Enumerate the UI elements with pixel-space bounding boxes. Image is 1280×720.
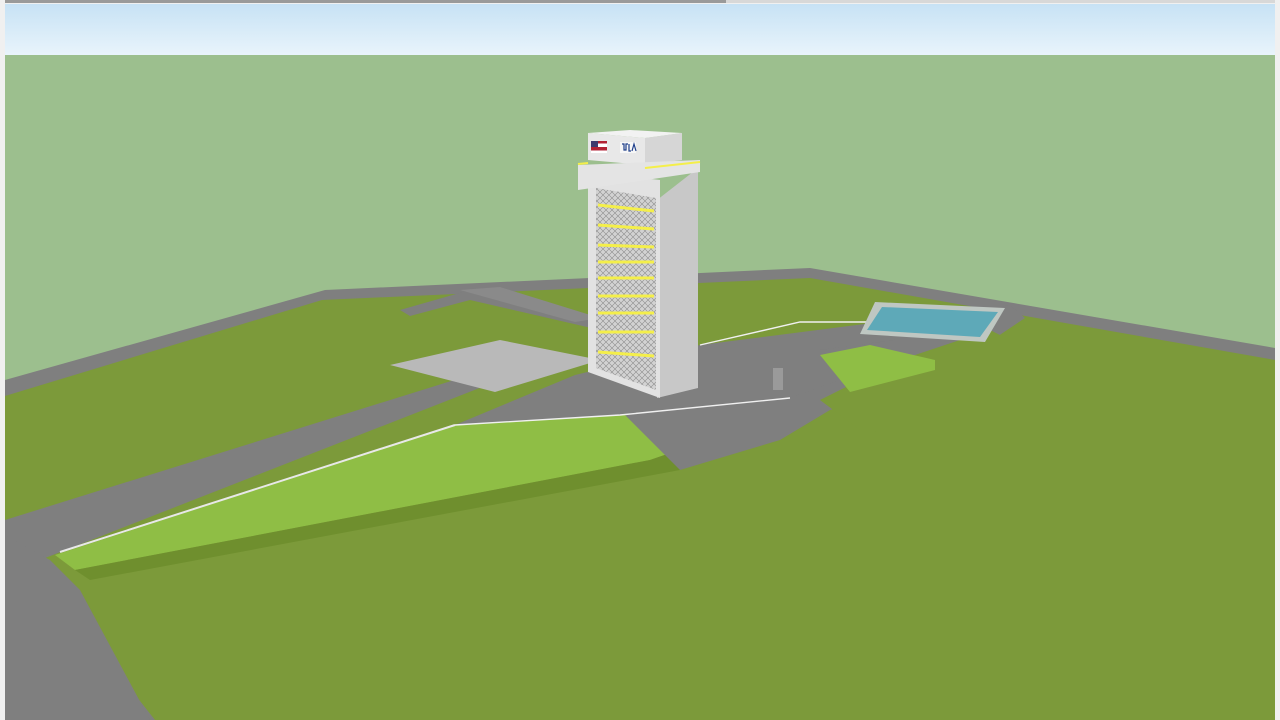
window-top-border: [0, 0, 1280, 3]
window-right-border: [1275, 0, 1280, 720]
tower-side-face: [657, 168, 698, 398]
tower-lattice: [596, 188, 656, 390]
ula-logo-icon: [620, 141, 637, 153]
sky: [5, 4, 1275, 56]
scene-canvas[interactable]: [5, 4, 1275, 720]
small-shed: [773, 368, 783, 390]
us-flag-icon: [591, 141, 607, 153]
launch-tower: [577, 130, 701, 398]
tower-top-box-side: [645, 133, 682, 165]
application-window: [0, 0, 1280, 720]
3d-model-viewport[interactable]: [5, 4, 1275, 720]
top-rail-left: [577, 162, 589, 165]
